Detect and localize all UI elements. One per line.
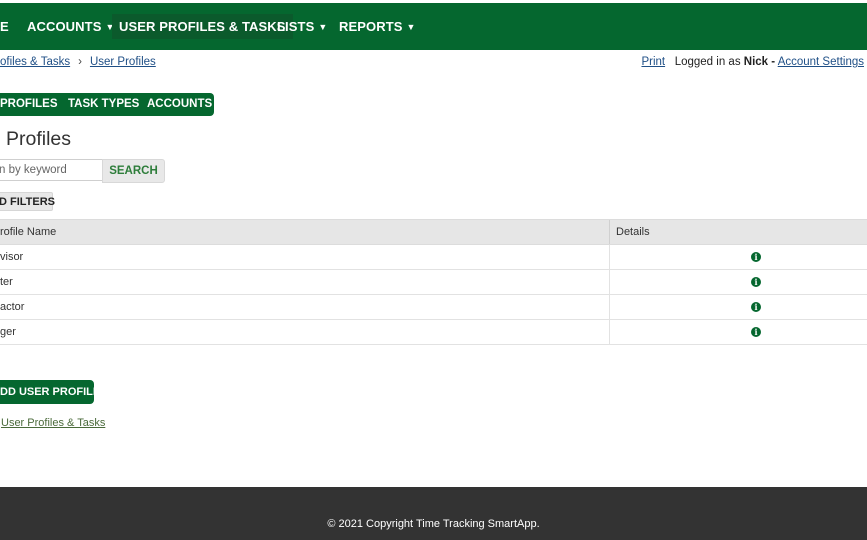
print-link[interactable]: Print bbox=[641, 56, 665, 68]
table-row[interactable]: ger i bbox=[0, 320, 867, 345]
nav-accounts-label: ACCOUNTS bbox=[27, 19, 102, 34]
account-settings-link[interactable]: Account Settings bbox=[778, 56, 864, 68]
breadcrumb-parent-link[interactable]: ofiles & Tasks bbox=[0, 56, 70, 68]
profile-name-cell: visor bbox=[0, 251, 24, 263]
table-row[interactable]: visor i bbox=[0, 245, 867, 270]
chevron-down-icon: ▼ bbox=[318, 22, 328, 32]
tab-profiles[interactable]: PROFILES bbox=[0, 93, 58, 116]
main-navbar: E ACCOUNTS ▼ USER PROFILES & TASKS LISTS ▼… bbox=[0, 3, 867, 50]
info-icon[interactable]: i bbox=[751, 252, 761, 262]
add-user-profile-button[interactable]: DD USER PROFILE bbox=[0, 380, 100, 404]
nav-reports-label: REPORTS bbox=[339, 19, 403, 34]
section-tabs: PROFILES TASK TYPES ACCOUNTS bbox=[0, 93, 214, 116]
back-to-user-profiles-tasks-link[interactable]: User Profiles & Tasks bbox=[1, 417, 105, 429]
logged-in-label: Logged in as bbox=[674, 56, 741, 68]
column-divider bbox=[609, 320, 610, 344]
table-row[interactable]: actor i bbox=[0, 295, 867, 320]
breadcrumb-current-link[interactable]: User Profiles bbox=[90, 56, 156, 68]
table-header: rofile Name Details bbox=[0, 219, 867, 245]
user-name: Nick bbox=[743, 56, 769, 68]
breadcrumb-separator: › bbox=[78, 56, 82, 68]
column-divider bbox=[609, 270, 610, 294]
nav-lists[interactable]: LISTS ▼ bbox=[277, 14, 327, 39]
search-button[interactable]: SEARCH bbox=[102, 159, 165, 183]
column-divider bbox=[609, 295, 610, 319]
column-divider bbox=[609, 220, 610, 244]
column-header-profile-name: rofile Name bbox=[0, 226, 57, 238]
profile-name-cell: actor bbox=[0, 301, 25, 313]
account-bar: Print Logged in as Nick - Account Settin… bbox=[641, 56, 864, 68]
user-profiles-table: rofile Name Details visor i ter i actor … bbox=[0, 219, 867, 345]
chevron-down-icon: ▼ bbox=[406, 22, 416, 32]
breadcrumb: ofiles & Tasks › User Profiles bbox=[0, 56, 156, 68]
info-icon[interactable]: i bbox=[751, 277, 761, 287]
nav-lists-label: LISTS bbox=[277, 19, 315, 34]
column-header-details: Details bbox=[616, 226, 650, 238]
search-input[interactable] bbox=[0, 159, 102, 181]
info-icon[interactable]: i bbox=[751, 327, 761, 337]
nav-reports[interactable]: REPORTS ▼ bbox=[339, 14, 416, 39]
tab-accounts[interactable]: ACCOUNTS bbox=[147, 93, 212, 116]
nav-home[interactable]: E bbox=[0, 14, 9, 39]
profile-name-cell: ter bbox=[0, 276, 13, 288]
account-dash: - bbox=[771, 56, 776, 68]
profile-name-cell: ger bbox=[0, 326, 16, 338]
footer: © 2021 Copyright Time Tracking SmartApp. bbox=[0, 487, 867, 540]
nav-user-profiles-tasks[interactable]: USER PROFILES & TASKS bbox=[112, 14, 293, 39]
add-filters-button[interactable]: D FILTERS bbox=[0, 192, 55, 211]
footer-copyright: © 2021 Copyright Time Tracking SmartApp. bbox=[327, 518, 540, 530]
tab-task-types[interactable]: TASK TYPES bbox=[68, 93, 139, 116]
nav-accounts[interactable]: ACCOUNTS ▼ bbox=[27, 14, 114, 39]
page-title: Profiles bbox=[6, 128, 72, 150]
info-icon[interactable]: i bbox=[751, 302, 761, 312]
column-divider bbox=[609, 245, 610, 269]
table-row[interactable]: ter i bbox=[0, 270, 867, 295]
